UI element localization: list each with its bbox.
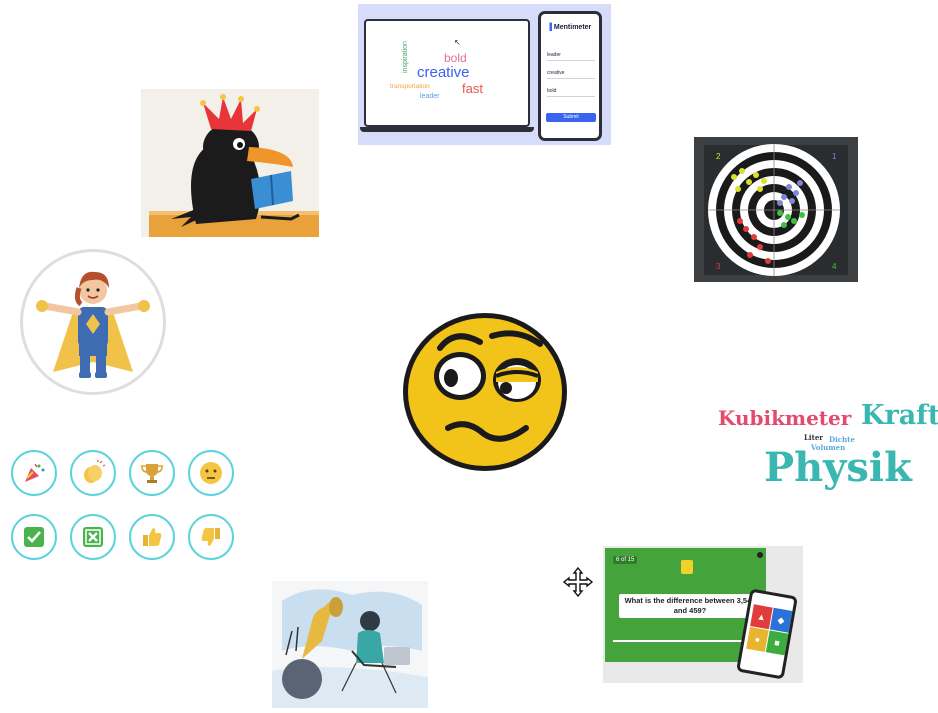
quiz-question: What is the difference between 3,548 and… bbox=[619, 594, 761, 618]
physics-word-cloud: Kubikmeter Kraft Liter Dichte Volumen Ph… bbox=[716, 400, 938, 500]
corner-label: 1 bbox=[832, 152, 837, 161]
skeptical-face-icon bbox=[403, 313, 567, 471]
dice-icon bbox=[681, 560, 693, 574]
quiz-game-image: 6 of 15 What is the difference between 3… bbox=[603, 546, 803, 683]
mentimeter-card: inspiration bold creative transportation… bbox=[358, 4, 611, 145]
neutral-face-icon[interactable] bbox=[188, 450, 234, 496]
response-field[interactable]: leader bbox=[547, 52, 595, 61]
response-field[interactable]: bold bbox=[547, 88, 595, 97]
word-bold: bold bbox=[444, 51, 467, 65]
word-physik: Physik bbox=[764, 444, 912, 491]
word-transportation: transportation bbox=[390, 83, 430, 90]
superhero-icon bbox=[36, 271, 150, 378]
corner-label: 4 bbox=[832, 262, 837, 271]
cross-mark-icon[interactable] bbox=[70, 514, 116, 560]
word-leader: leader bbox=[420, 93, 440, 100]
corner-label: 3 bbox=[716, 262, 721, 271]
word-kraft: Kraft bbox=[861, 400, 938, 431]
gramophone-icon bbox=[272, 589, 428, 708]
thumbs-down-icon[interactable] bbox=[188, 514, 234, 560]
skeptical-face-emoji bbox=[400, 310, 570, 474]
answer-diamond[interactable]: ◆ bbox=[769, 607, 793, 633]
word-creative: creative bbox=[417, 64, 470, 81]
word-inspiration: inspiration bbox=[402, 41, 409, 73]
target-icon: 2 1 3 4 bbox=[704, 144, 848, 276]
answer-triangle[interactable]: ▲ bbox=[750, 604, 773, 630]
settings-icon bbox=[757, 552, 763, 558]
horn-listening-illustration bbox=[272, 581, 428, 708]
party-popper-icon[interactable] bbox=[11, 450, 57, 496]
thumbs-up-icon[interactable] bbox=[129, 514, 175, 560]
answer-square[interactable]: ■ bbox=[765, 630, 789, 656]
mentimeter-logo: ▐ Mentimeter bbox=[547, 24, 592, 31]
answer-circle[interactable]: ● bbox=[746, 626, 769, 652]
crow-icon bbox=[149, 94, 319, 237]
word-kubikmeter: Kubikmeter bbox=[718, 406, 852, 430]
laptop-base bbox=[360, 127, 534, 132]
word-fast: fast bbox=[462, 81, 483, 96]
superhero-avatar bbox=[20, 249, 166, 395]
phone-screen: ▐ Mentimeter leader creative bold Submit bbox=[538, 11, 602, 141]
quiz-progress: 6 of 15 bbox=[613, 556, 638, 564]
timer-bar bbox=[613, 640, 753, 642]
corner-label: 2 bbox=[716, 152, 721, 161]
word-liter: Liter bbox=[804, 433, 823, 442]
clapping-hands-icon[interactable] bbox=[70, 450, 116, 496]
trophy-icon[interactable] bbox=[129, 450, 175, 496]
laptop-screen: inspiration bold creative transportation… bbox=[364, 19, 530, 127]
dartboard-voting-image: 2 1 3 4 bbox=[694, 137, 858, 282]
mouse-cursor-icon: ↖ bbox=[454, 38, 461, 47]
move-cursor-icon bbox=[562, 566, 594, 598]
check-mark-icon[interactable] bbox=[11, 514, 57, 560]
submit-button[interactable]: Submit bbox=[546, 113, 596, 122]
response-field[interactable]: creative bbox=[547, 70, 595, 79]
crow-reading-illustration bbox=[141, 89, 319, 237]
